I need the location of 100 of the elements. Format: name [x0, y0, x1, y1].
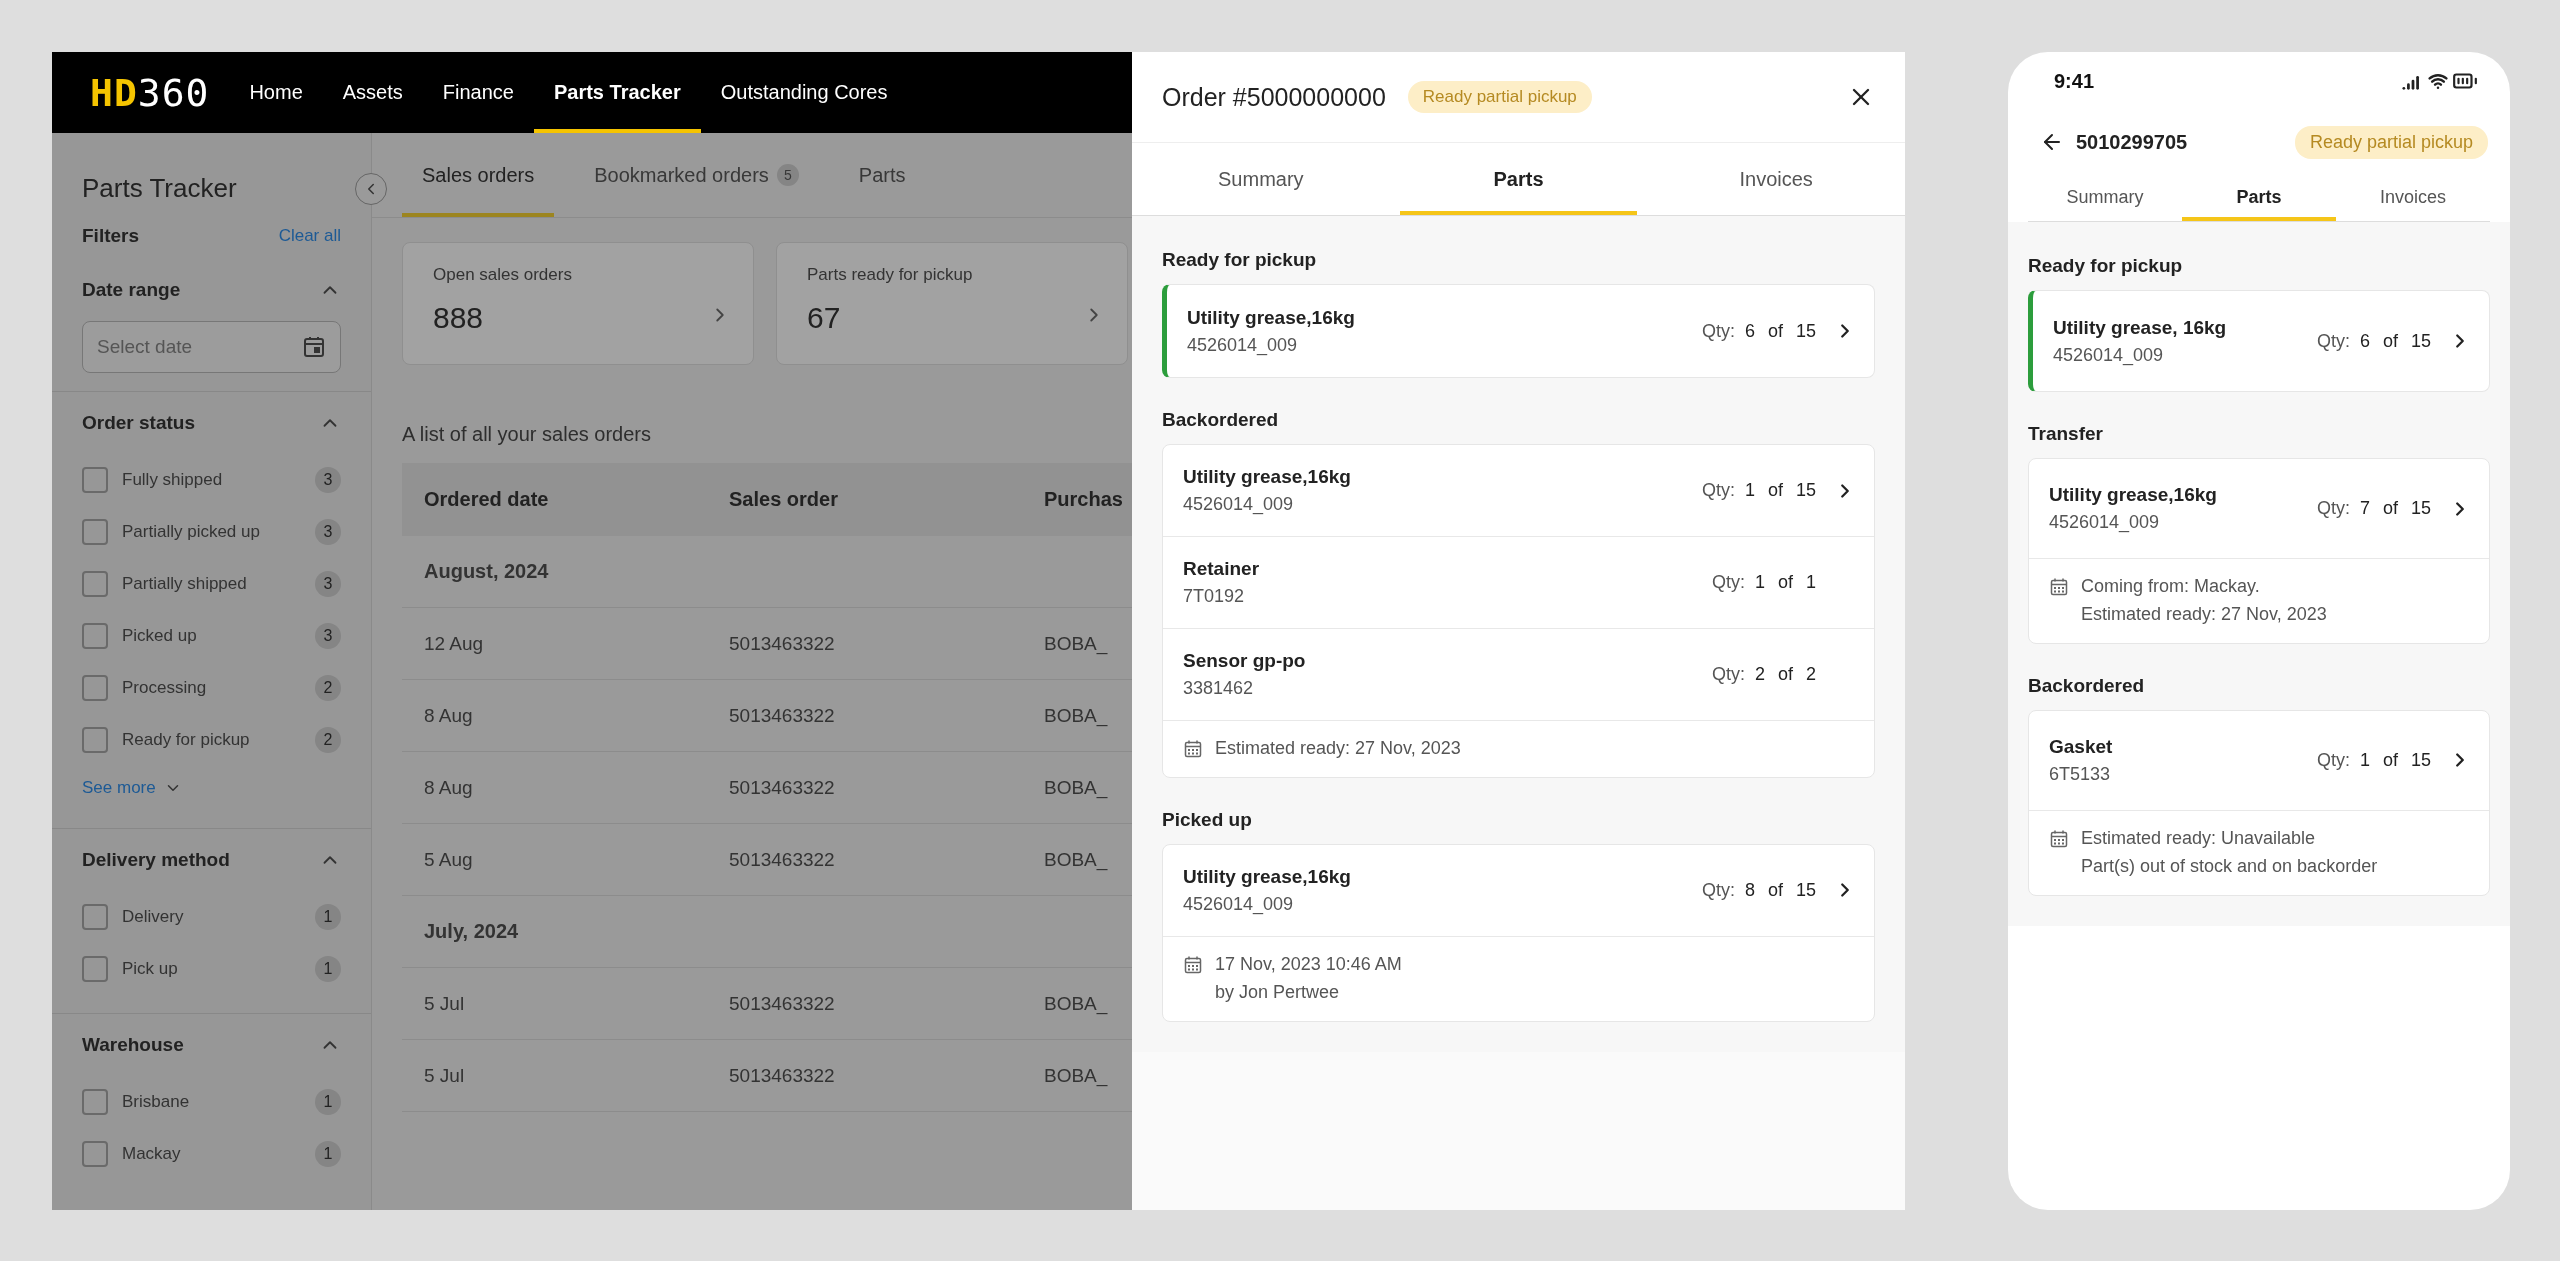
stat-card[interactable]: Open sales orders 888: [402, 242, 754, 365]
tab[interactable]: Invoices: [2336, 174, 2490, 221]
part-row[interactable]: Utility grease,16kg 4526014_009 Qty: 1 of 15: [1163, 445, 1874, 537]
nav-link[interactable]: Finance: [422, 52, 534, 133]
count-badge: 2: [315, 727, 341, 753]
date-input[interactable]: Select date: [97, 336, 277, 358]
note-text: Part(s) out of stock and on backorder: [2081, 854, 2378, 878]
part-number: 7T0192: [1183, 586, 1246, 607]
tab[interactable]: Sales orders: [402, 133, 555, 217]
tab[interactable]: Summary: [1142, 143, 1380, 215]
qty-value: 1 of 1: [1754, 572, 1816, 593]
filters-label: Filters: [82, 225, 140, 247]
part-name: Gasket: [2049, 735, 2114, 758]
section-title: Backordered: [1162, 408, 1280, 432]
table-cell-text: BOBA_: [1044, 632, 1109, 655]
part-name: Utility grease,16kg: [1183, 466, 1352, 488]
date-field[interactable]: Select date: [82, 321, 341, 373]
stat-card[interactable]: Parts ready for pickup 67: [776, 242, 1128, 365]
qty-label: Qty:: [1701, 320, 1735, 342]
part-name: Retainer: [1183, 558, 1261, 580]
calendar-icon: [2049, 828, 2069, 849]
qty-label: Qty:: [1711, 572, 1745, 593]
part-row[interactable]: Utility grease, 16kg 4526014_009 Qty: 6 of 15: [2033, 291, 2489, 391]
sidebar-title: Parts Tracker: [82, 171, 238, 205]
note-text: Coming from: Mackay.: [2081, 575, 2261, 598]
qty-value: 7 of 15: [2359, 498, 2431, 519]
note-text: Estimated ready: Unavailable: [2081, 826, 2317, 850]
count-badge: 3: [315, 571, 341, 597]
table-cell-text: BOBA_: [1044, 992, 1109, 1015]
count-badge: 1: [315, 956, 341, 982]
tab[interactable]: Parts: [838, 133, 926, 217]
checkbox[interactable]: [82, 727, 108, 753]
status-badge: Ready partial pickup: [2294, 125, 2488, 159]
qty-label: Qty:: [1701, 879, 1735, 901]
part-row[interactable]: Utility grease,16kg 4526014_009 Qty: 6 of 15: [1167, 285, 1874, 377]
table-cell-text: 5013463322: [729, 848, 836, 871]
section-title: Ready for pickup: [1162, 248, 1318, 272]
table-cell-text: BOBA_: [1044, 848, 1109, 871]
note-text: 17 Nov, 2023 10:46 AM: [1215, 952, 1402, 976]
part-row[interactable]: Utility grease,16kg 4526014_009 Qty: 8 of 15: [1163, 844, 1874, 937]
option-label: Mackay: [122, 1144, 182, 1164]
order-number: 5010299705: [2076, 130, 2188, 154]
checkbox[interactable]: [82, 467, 108, 493]
section-title: Picked up: [1162, 807, 1253, 832]
tab[interactable]: Invoices: [1657, 143, 1895, 215]
tab[interactable]: Bookmarked orders 5: [574, 133, 819, 217]
nav-link[interactable]: Parts Tracker: [533, 52, 701, 133]
status-badge: Ready partial pickup: [1407, 81, 1592, 113]
filter-group-title: Date range: [82, 279, 181, 301]
table-cell-text: 5013463322: [729, 632, 836, 655]
table-cell-text: 8 Aug: [424, 704, 474, 727]
filter-group-title: Order status: [82, 412, 195, 434]
table-cell-text: 5013463322: [729, 992, 836, 1015]
count-badge: 2: [315, 675, 341, 701]
part-number: 4526014_009: [2053, 344, 2165, 366]
option-label: Pick up: [122, 959, 179, 979]
checkbox[interactable]: [82, 956, 108, 982]
checkbox[interactable]: [82, 675, 108, 701]
table-caption: A list of all your sales orders: [401, 421, 652, 447]
part-number: 4526014_009: [1183, 893, 1295, 915]
count-badge: 1: [315, 1141, 341, 1167]
part-name: Utility grease,16kg: [2049, 484, 2218, 506]
qty-label: Qty:: [1701, 480, 1735, 501]
column-header: Purchas: [1044, 488, 1124, 511]
qty-value: 6 of 15: [2359, 330, 2431, 352]
column-header: Sales order: [729, 488, 839, 511]
part-row[interactable]: Utility grease,16kg 4526014_009 Qty: 7 of 15: [2029, 459, 2489, 559]
filter-group-title: Warehouse: [82, 1034, 184, 1056]
part-number: 6T5133: [2049, 763, 2112, 785]
part-row[interactable]: Gasket 6T5133 Qty: 1 of 15: [2029, 710, 2489, 811]
nav-link[interactable]: Outstanding Cores: [700, 52, 908, 133]
note-text: Estimated ready: 27 Nov, 2023: [2081, 602, 2327, 626]
option-label: Picked up: [122, 626, 198, 646]
calendar-icon: [2049, 577, 2069, 597]
table-cell-text: 5 Jul: [424, 1064, 466, 1087]
checkbox[interactable]: [82, 623, 108, 649]
checkbox[interactable]: [82, 904, 108, 930]
part-number: 4526014_009: [2049, 512, 2161, 533]
checkbox[interactable]: [82, 571, 108, 597]
part-number: 4526014_009: [1187, 334, 1299, 356]
checkbox[interactable]: [82, 1141, 108, 1167]
count-badge: 1: [315, 1089, 341, 1115]
part-name: Utility grease,16kg: [1183, 865, 1352, 888]
nav-link[interactable]: Assets: [322, 52, 423, 133]
checkbox[interactable]: [82, 519, 108, 545]
status-time: 9:41: [2054, 69, 2095, 93]
nav-link[interactable]: Home: [229, 52, 323, 133]
option-label: Processing: [122, 678, 208, 698]
note-text: by Jon Pertwee: [1215, 980, 1341, 1004]
logo: HD360: [90, 69, 210, 117]
column-header: Ordered date: [424, 488, 550, 511]
table-cell-text: BOBA_: [1044, 776, 1109, 799]
stat-value: 888: [433, 301, 485, 335]
tab[interactable]: Summary: [2028, 174, 2182, 221]
part-number: 3381462: [1183, 678, 1255, 699]
qty-value: 6 of 15: [1744, 320, 1816, 342]
table-cell-text: 8 Aug: [424, 776, 474, 799]
count-badge: 3: [315, 467, 341, 493]
checkbox[interactable]: [82, 1089, 108, 1115]
note-text: Estimated ready: 27 Nov, 2023: [1215, 737, 1461, 760]
